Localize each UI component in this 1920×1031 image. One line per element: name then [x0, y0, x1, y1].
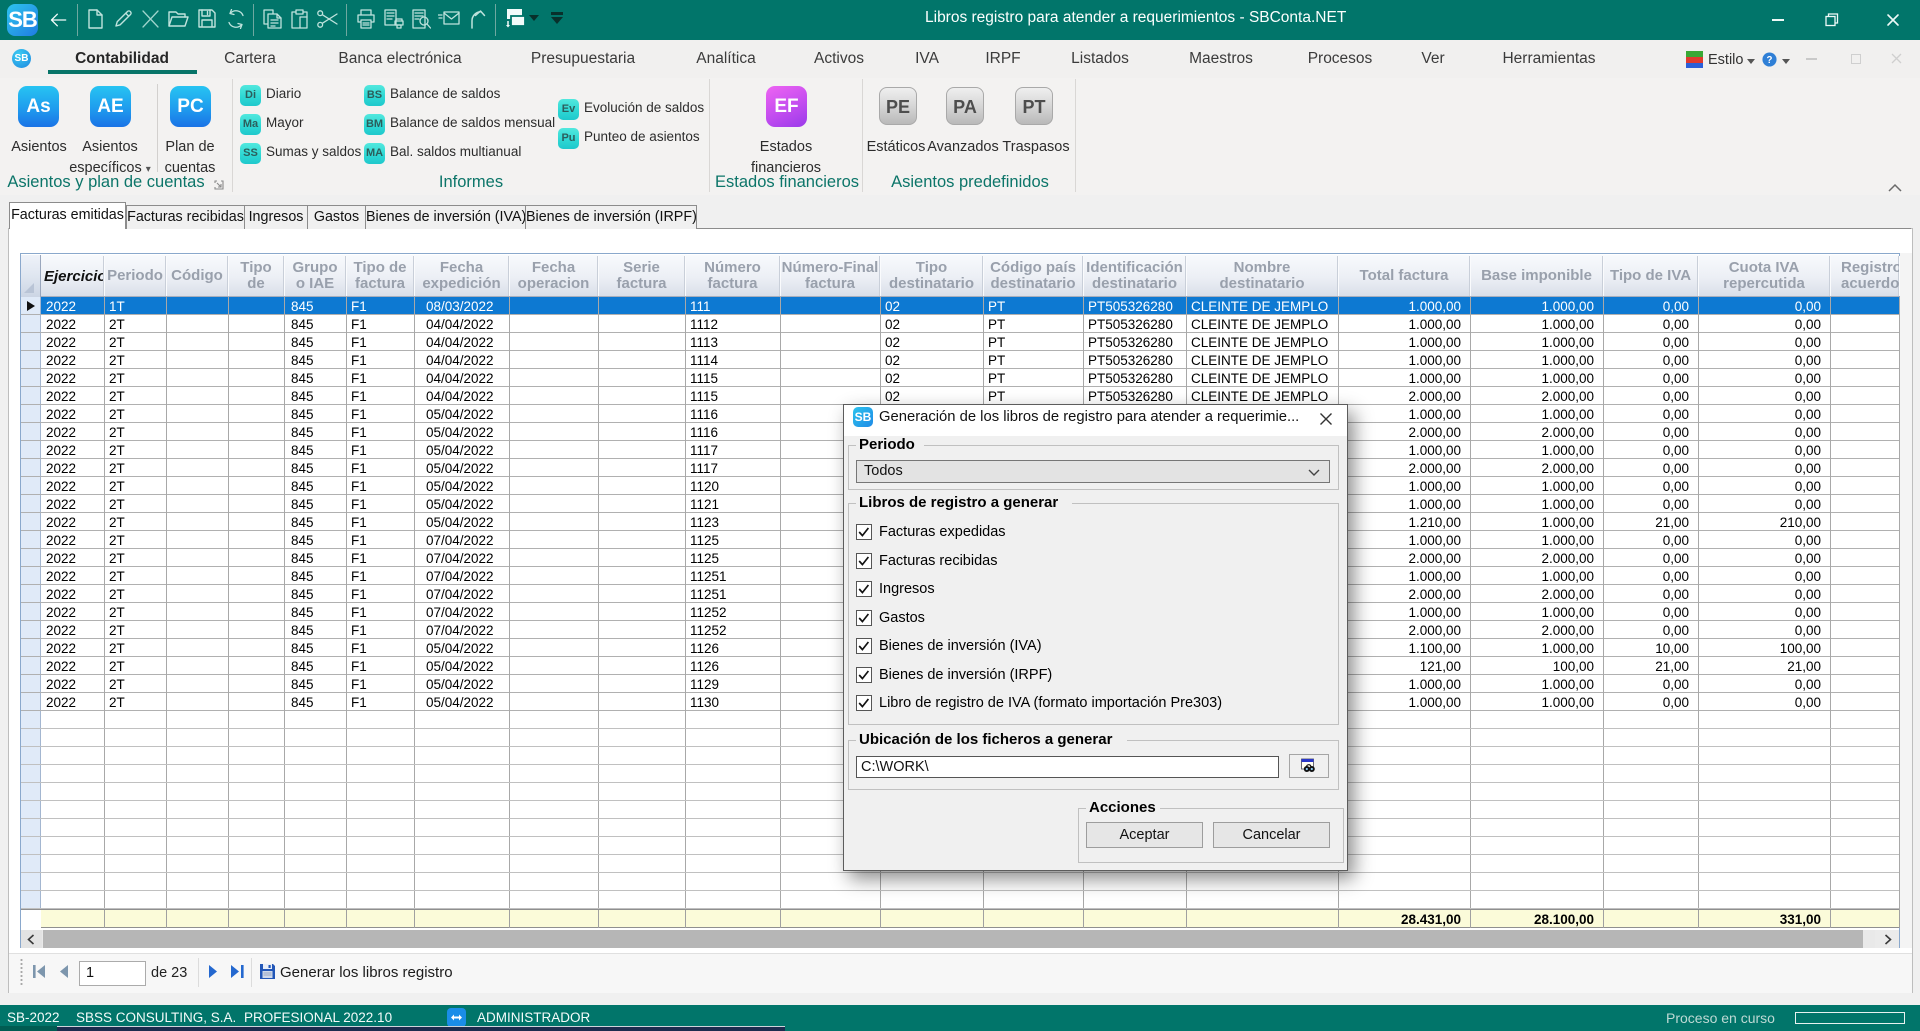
svg-text:?: ?	[1767, 55, 1773, 66]
